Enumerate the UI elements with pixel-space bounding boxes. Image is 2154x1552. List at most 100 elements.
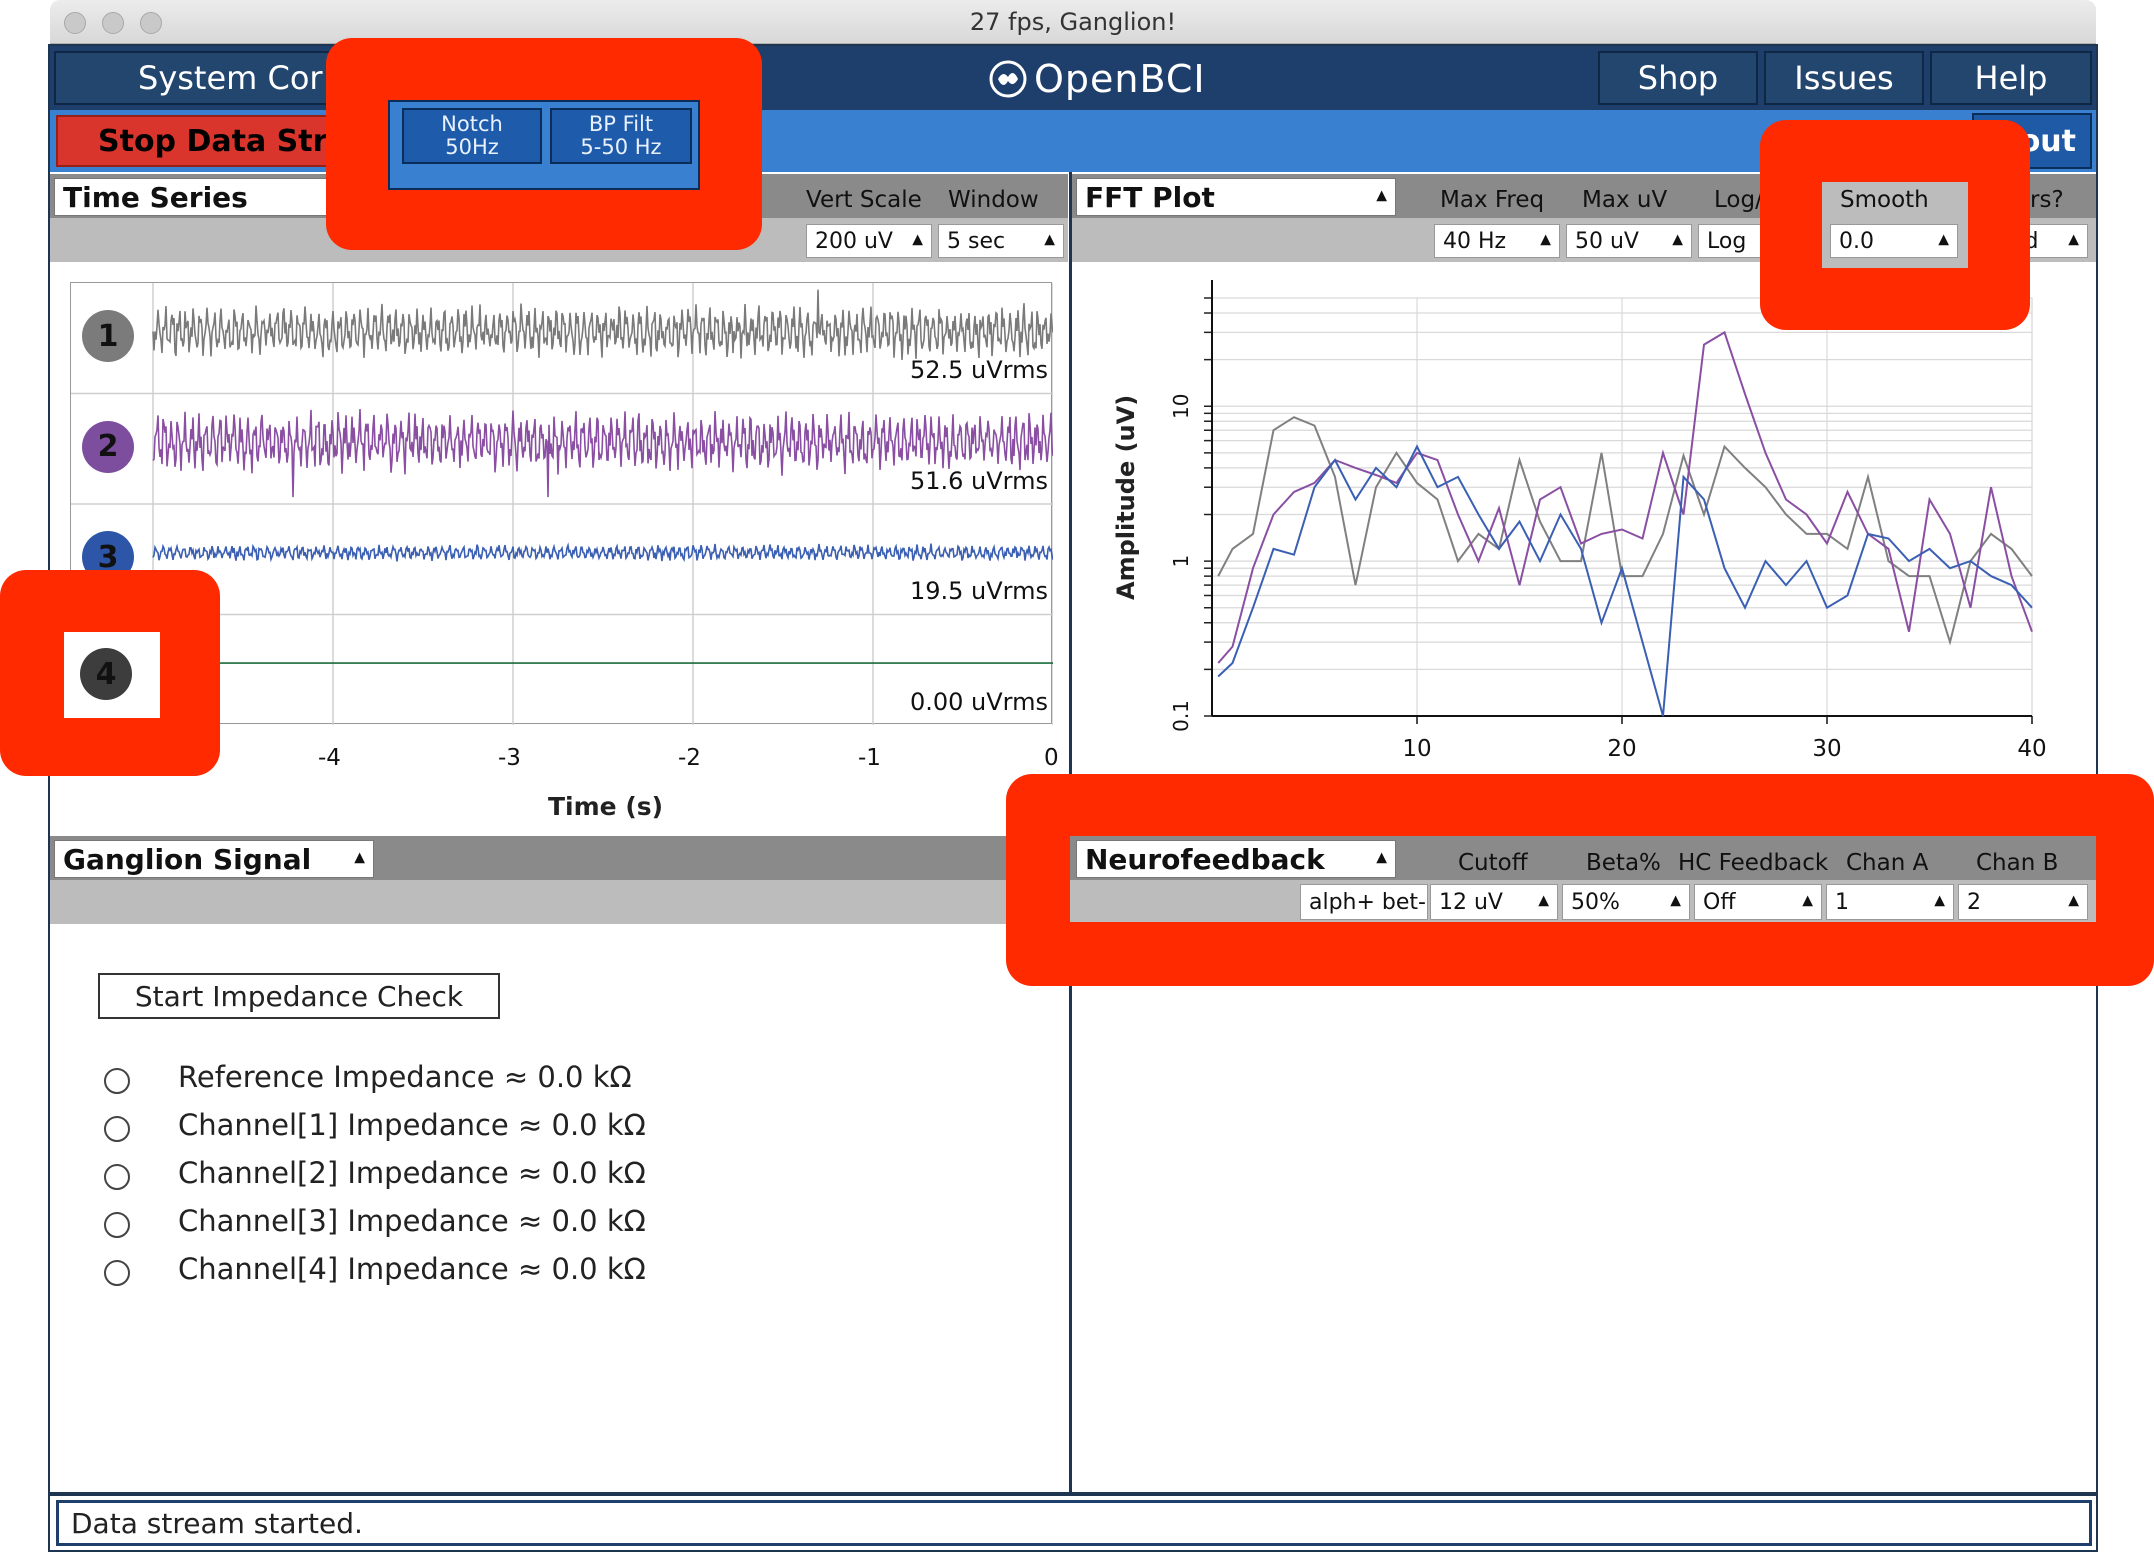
cutoff-label: Cutoff [1458,850,1528,876]
shop-label: Shop [1637,59,1719,97]
vert-scale-value: 200 uV [815,228,893,254]
notch-value: 50Hz [445,135,499,159]
impedance-radio-0[interactable] [104,1068,130,1094]
bandpass-label: BP Filt [588,112,654,136]
channel-1-trace [152,289,1053,360]
help-button[interactable]: Help [1930,51,2092,105]
bandpass-filter-button-highlighted[interactable]: BP Filt 5-50 Hz [550,108,692,164]
highlight-window-smooth: Smooth 0.0 ▲ [1822,182,1968,268]
dropdown-arrow-icon: ▲ [1938,231,1949,248]
status-bar: Data stream started. [56,1500,2092,1546]
window-dropdown[interactable]: 5 sec ▲ [938,224,1064,258]
dropdown-arrow-icon: ▲ [354,849,365,866]
log-value: Log [1707,228,1747,254]
impedance-label-3: Channel[3] Impedance ≈ 0.0 kΩ [178,1204,646,1238]
smooth-dropdown-highlighted[interactable]: 0.0 ▲ [1830,224,1958,258]
dropdown-arrow-icon: ▲ [1934,892,1945,909]
cutoff-value: 12 uV [1439,889,1503,915]
impedance-label-1: Channel[1] Impedance ≈ 0.0 kΩ [178,1108,646,1142]
x-tick: -4 [318,745,341,771]
channel-4-rms: 0.00 uVrms [909,687,1048,716]
help-label: Help [1974,59,2048,97]
notch-filter-button-highlighted[interactable]: Notch 50Hz [402,108,542,164]
hc-feedback-dropdown[interactable]: Off ▲ [1694,884,1822,920]
window-value: 5 sec [947,228,1006,254]
channel-number: 2 [97,429,119,464]
logo-text: OpenBCI [1034,57,1206,101]
smooth-value: 0.0 [1839,228,1874,254]
channel-4-toggle-highlighted[interactable]: 4 [80,648,132,700]
channel-2-toggle[interactable]: 2 [82,420,134,473]
channel-1-rms: 52.5 uVrms [909,356,1048,384]
channel-number: 4 [95,656,117,692]
beta-dropdown[interactable]: 50% ▲ [1562,884,1690,920]
dropdown-arrow-icon: ▲ [2068,892,2079,909]
notch-label: Notch [441,112,503,136]
impedance-radio-1[interactable] [104,1116,130,1142]
window-label: Window [948,187,1039,213]
fft-x-tick-label: 40 [2017,736,2046,762]
impedance-radio-3[interactable] [104,1212,130,1238]
highlight-smooth-setting: Smooth 0.0 ▲ [1760,120,2030,330]
chan-a-label: Chan A [1846,850,1929,876]
chan-a-dropdown[interactable]: 1▲ [1826,884,1954,920]
system-control-label: System Cor [138,59,323,97]
max-freq-value: 40 Hz [1443,228,1507,254]
brain-logo-icon [989,60,1027,98]
max-uv-value: 50 uV [1575,228,1639,254]
dropdown-arrow-icon: ▲ [1672,231,1683,248]
fft-x-tick-label: 20 [1607,736,1636,762]
channel-2-rms: 51.6 uVrms [909,466,1048,495]
fft-widget-selector[interactable]: FFT Plot ▲ [1076,178,1396,216]
x-tick: -3 [498,745,521,771]
x-tick: -2 [678,745,701,771]
impedance-radio-2[interactable] [104,1164,130,1190]
chan-b-dropdown[interactable]: 2▲ [1958,884,2088,920]
status-divider [50,1492,2096,1496]
cutoff-dropdown[interactable]: 12 uV ▲ [1430,884,1558,920]
dropdown-arrow-icon: ▲ [1376,187,1387,204]
dropdown-arrow-icon: ▲ [1376,849,1387,866]
highlight-neurofeedback-controls: Neurofeedback ▲ Cutoff Beta% HC Feedback … [1006,774,2154,986]
dropdown-arrow-icon: ▲ [1670,892,1681,909]
time-series-title: Time Series [63,180,248,214]
ganglion-title: Ganglion Signal [63,842,312,876]
time-axis-label: Time (s) [548,792,664,821]
ganglion-subheader [50,880,1068,924]
start-impedance-check-label: Start Impedance Check [134,979,464,1013]
x-tick: 0 [1044,745,1059,771]
status-message: Data stream started. [71,1506,363,1540]
highlight-window-filters: Notch 50Hz BP Filt 5-50 Hz [388,100,700,190]
window-title: 27 fps, Ganglion! [969,8,1177,36]
vert-scale-dropdown[interactable]: 200 uV ▲ [806,224,932,258]
max-freq-dropdown[interactable]: 40 Hz ▲ [1434,224,1560,258]
ganglion-widget-selector[interactable]: Ganglion Signal ▲ [54,840,374,878]
channel-1-toggle[interactable]: 1 [82,310,134,362]
fft-title: FFT Plot [1085,180,1215,214]
chan-b-label: Chan B [1976,850,2059,876]
start-impedance-check-button[interactable]: Start Impedance Check [98,973,500,1019]
max-uv-dropdown[interactable]: 50 uV ▲ [1566,224,1692,258]
impedance-label-0: Reference Impedance ≈ 0.0 kΩ [178,1060,632,1094]
channel-number: 1 [97,318,119,354]
highlight-channel-4: 4 [0,570,220,776]
smooth-label: Smooth [1840,187,1929,213]
shop-button[interactable]: Shop [1598,51,1758,105]
mode-dropdown[interactable]: alph+ bet- [1300,884,1428,920]
hc-feedback-label: HC Feedback [1678,850,1829,876]
vert-scale-label: Vert Scale [806,187,922,213]
dropdown-arrow-icon: ▲ [1044,231,1055,248]
fft-chart: 10 1 0.1 10 20 30 40 [1169,280,2047,762]
log-label: Log/ [1714,187,1763,213]
impedance-radio-4[interactable] [104,1260,130,1286]
filters-label: rs? [2030,187,2064,213]
fft-x-tick-label: 10 [1402,736,1431,762]
impedance-label-2: Channel[2] Impedance ≈ 0.0 kΩ [178,1156,646,1190]
fft-y-tick-label: 0.1 [1169,700,1193,732]
x-tick: -1 [858,745,881,771]
issues-button[interactable]: Issues [1764,51,1924,105]
neurofeedback-widget-selector[interactable]: Neurofeedback ▲ [1076,840,1396,878]
openbci-logo: OpenBCI [988,54,1206,104]
highlight-window-neurofeedback: Neurofeedback ▲ Cutoff Beta% HC Feedback … [1070,836,2096,922]
system-control-button[interactable]: System Cor [54,51,334,105]
